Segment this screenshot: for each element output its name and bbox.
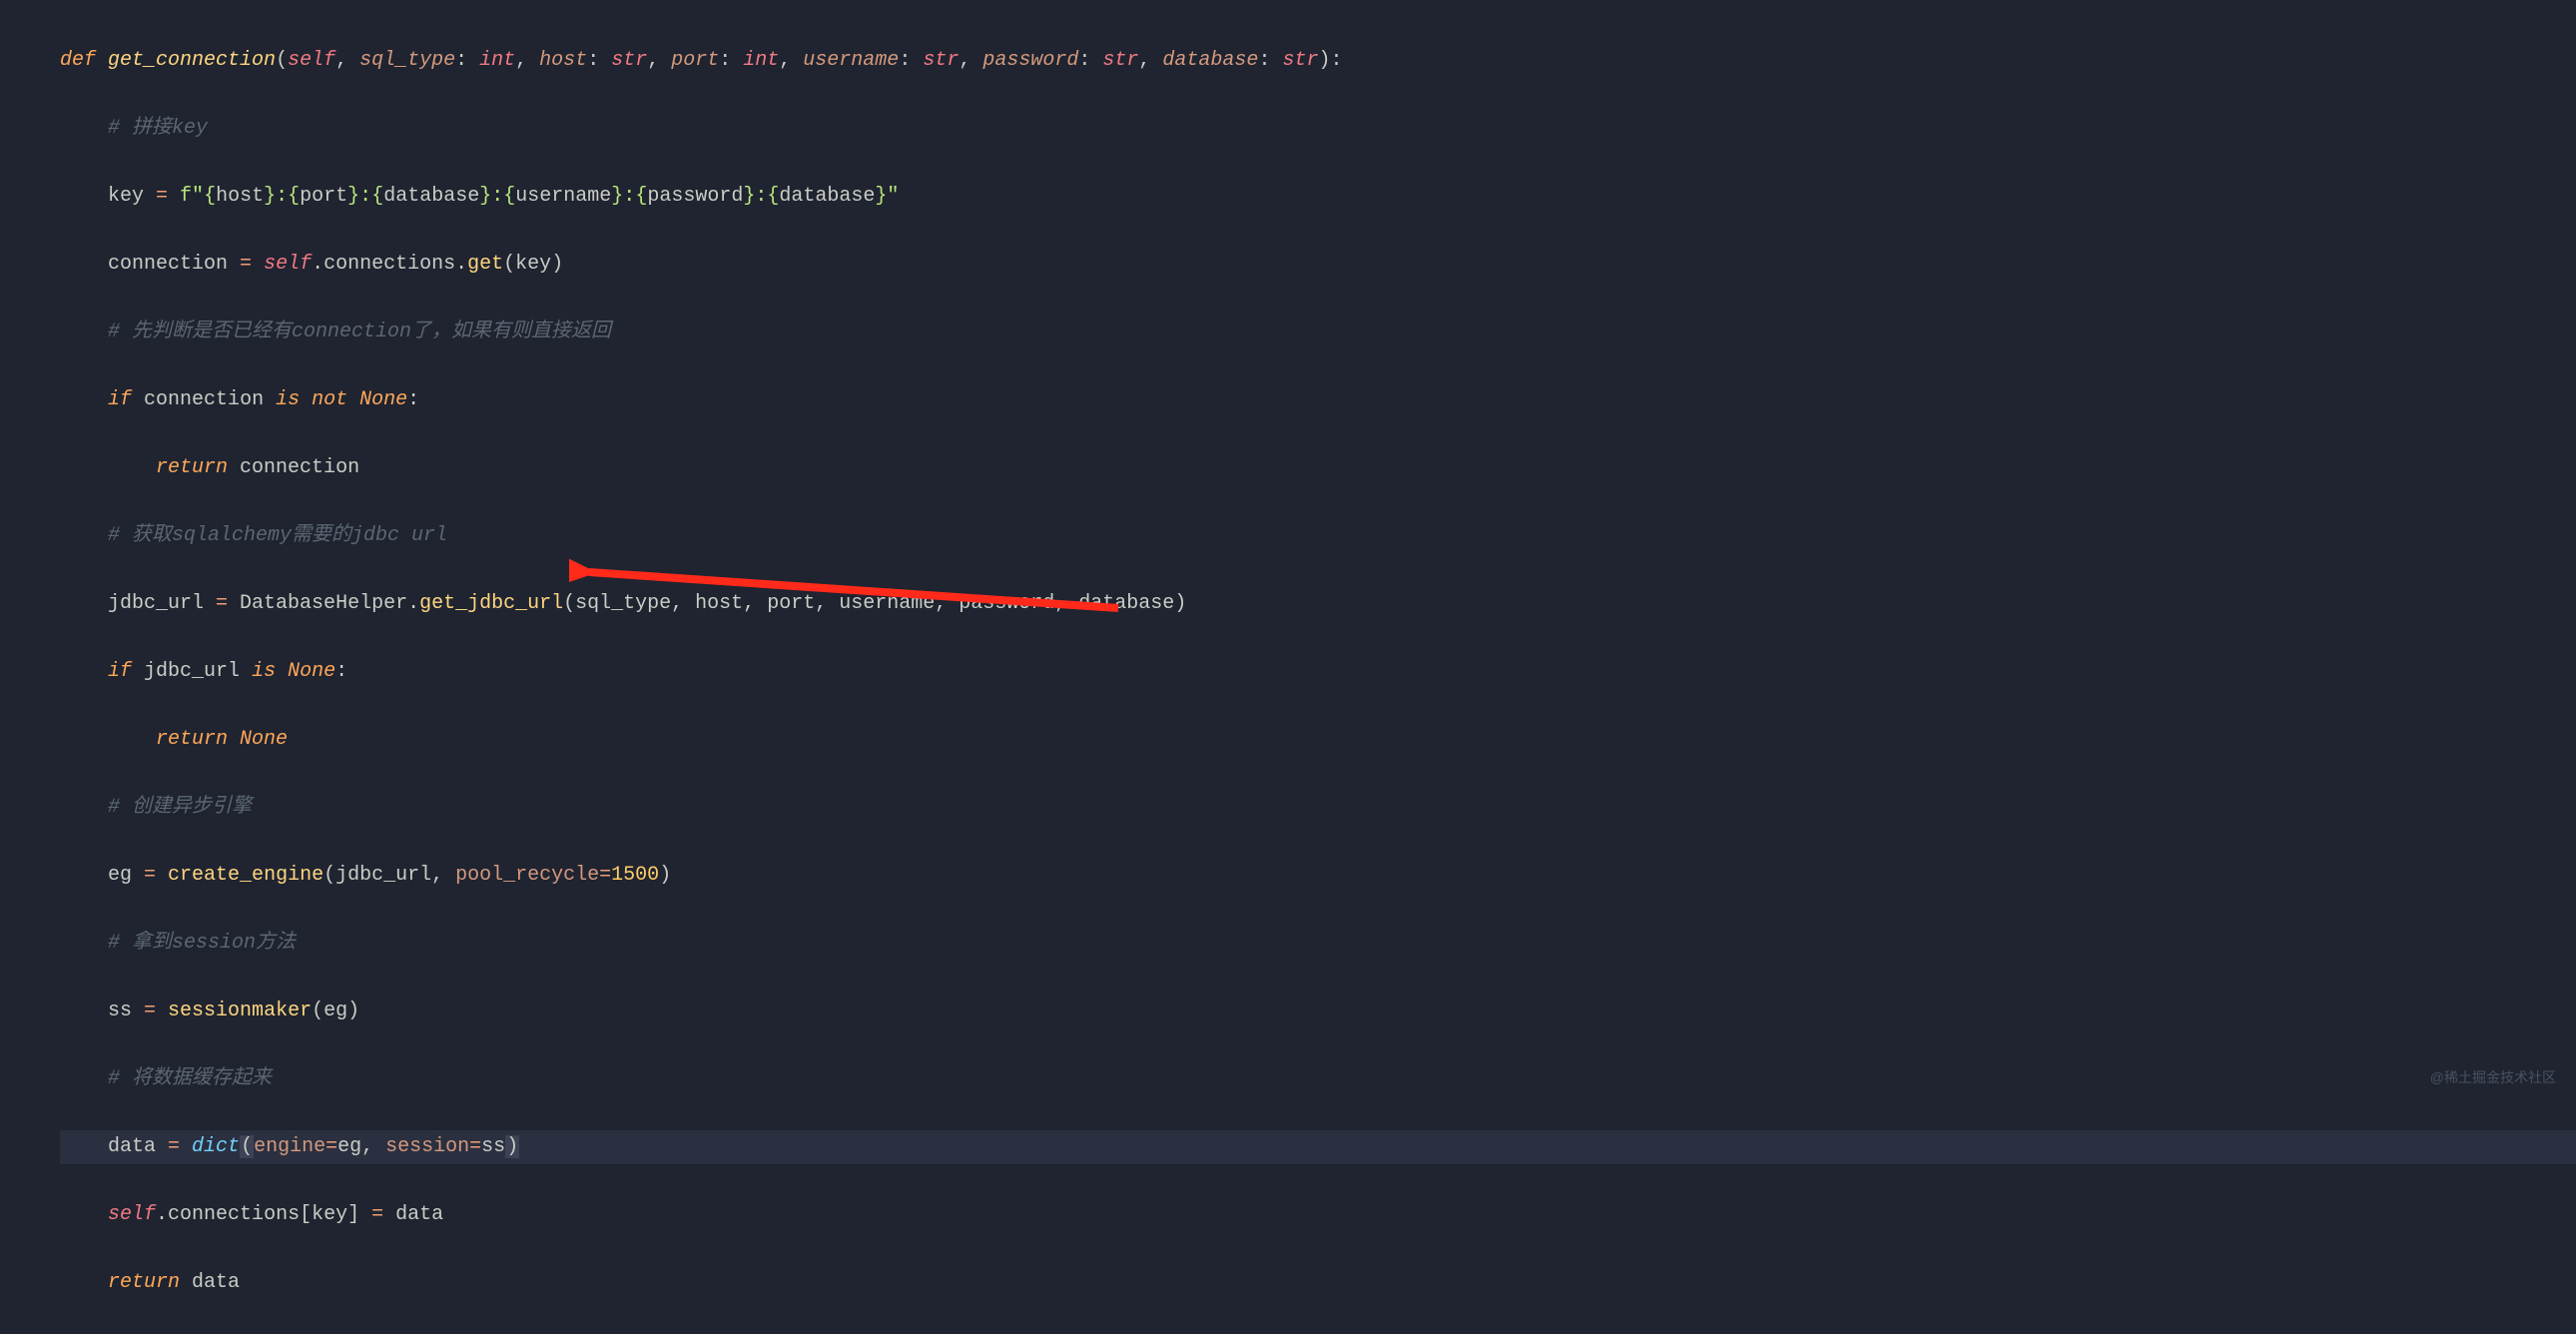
var-connection: connection — [108, 253, 228, 276]
code-line-3[interactable]: key = f"{host}:{port}:{database}:{userna… — [60, 180, 2576, 214]
attr-connections: connections — [168, 1203, 300, 1226]
keyword-if: if — [108, 388, 132, 411]
class-databasehelper: DatabaseHelper — [240, 592, 407, 615]
comment: # 获取sqlalchemy需要的jdbc url — [108, 524, 447, 547]
var-data: data — [108, 1135, 156, 1158]
keyword-none: None — [240, 728, 288, 751]
type-str: str — [1102, 49, 1138, 72]
var-key: key — [108, 185, 144, 208]
matched-paren-open: ( — [240, 1135, 254, 1158]
param-username: username — [803, 49, 899, 72]
comment: # 创建异步引擎 — [108, 796, 252, 819]
watermark-text: @稀土掘金技术社区 — [2430, 1066, 2556, 1090]
code-line-8[interactable]: # 获取sqlalchemy需要的jdbc url — [60, 519, 2576, 553]
keyword-not: not — [312, 388, 347, 411]
code-line-1[interactable]: def get_connection(self, sql_type: int, … — [60, 44, 2576, 78]
var-jdbc-url: jdbc_url — [108, 592, 204, 615]
self-ref: self — [108, 1203, 156, 1226]
type-int: int — [743, 49, 779, 72]
fn-sessionmaker: sessionmaker — [168, 1000, 312, 1022]
code-line-19[interactable]: return data — [60, 1266, 2576, 1300]
keyword-return: return — [156, 456, 228, 479]
param-port: port — [671, 49, 719, 72]
type-str: str — [611, 49, 647, 72]
code-line-14[interactable]: # 拿到session方法 — [60, 927, 2576, 961]
comment: # 先判断是否已经有connection了，如果有则直接返回 — [108, 321, 611, 343]
param-sql-type: sql_type — [359, 49, 455, 72]
matched-paren-close: ) — [505, 1135, 519, 1158]
attr-connections: connections — [323, 253, 455, 276]
fstring: f" — [180, 185, 204, 208]
type-int: int — [479, 49, 515, 72]
code-line-2[interactable]: # 拼接key — [60, 112, 2576, 146]
comment: # 拼接key — [108, 117, 208, 140]
keyword-none: None — [359, 388, 407, 411]
method-get: get — [467, 253, 503, 276]
code-line-16[interactable]: # 将数据缓存起来 — [60, 1062, 2576, 1096]
code-editor[interactable]: def get_connection(self, sql_type: int, … — [0, 10, 2576, 1334]
code-line-5[interactable]: # 先判断是否已经有connection了，如果有则直接返回 — [60, 316, 2576, 349]
paren-close: ) — [1318, 49, 1330, 72]
keyword-is: is — [276, 388, 300, 411]
code-line-11[interactable]: return None — [60, 723, 2576, 757]
keyword-return: return — [108, 1271, 180, 1294]
type-str: str — [923, 49, 959, 72]
number-literal: 1500 — [611, 864, 659, 887]
param-database: database — [1162, 49, 1258, 72]
keyword-if: if — [108, 660, 132, 683]
code-line-18[interactable]: self.connections[key] = data — [60, 1198, 2576, 1232]
code-line-12[interactable]: # 创建异步引擎 — [60, 791, 2576, 825]
code-line-13[interactable]: eg = create_engine(jdbc_url, pool_recycl… — [60, 859, 2576, 893]
kwarg-engine: engine — [254, 1135, 325, 1158]
param-self: self — [288, 49, 335, 72]
kwarg-session: session — [385, 1135, 469, 1158]
code-line-15[interactable]: ss = sessionmaker(eg) — [60, 995, 2576, 1028]
code-line-10[interactable]: if jdbc_url is None: — [60, 655, 2576, 689]
code-line-7[interactable]: return connection — [60, 451, 2576, 485]
self-ref: self — [264, 253, 312, 276]
var-ss: ss — [108, 1000, 132, 1022]
method-get-jdbc-url: get_jdbc_url — [419, 592, 563, 615]
code-line-17-highlighted[interactable]: data = dict(engine=eg, session=ss) — [60, 1130, 2576, 1164]
code-line-6[interactable]: if connection is not None: — [60, 383, 2576, 417]
code-line-9[interactable]: jdbc_url = DatabaseHelper.get_jdbc_url(s… — [60, 587, 2576, 621]
keyword-is: is — [252, 660, 276, 683]
keyword-none: None — [288, 660, 335, 683]
type-str: str — [1282, 49, 1318, 72]
keyword-return: return — [156, 728, 228, 751]
keyword-def: def — [60, 49, 96, 72]
paren-open: ( — [276, 49, 288, 72]
var-eg: eg — [108, 864, 132, 887]
comment: # 将数据缓存起来 — [108, 1067, 272, 1090]
param-host: host — [539, 49, 587, 72]
function-name: get_connection — [108, 49, 276, 72]
param-password: password — [982, 49, 1078, 72]
builtin-dict: dict — [192, 1135, 240, 1158]
code-line-4[interactable]: connection = self.connections.get(key) — [60, 248, 2576, 282]
comment: # 拿到session方法 — [108, 932, 296, 955]
fn-create-engine: create_engine — [168, 864, 323, 887]
kwarg-pool-recycle: pool_recycle — [455, 864, 599, 887]
